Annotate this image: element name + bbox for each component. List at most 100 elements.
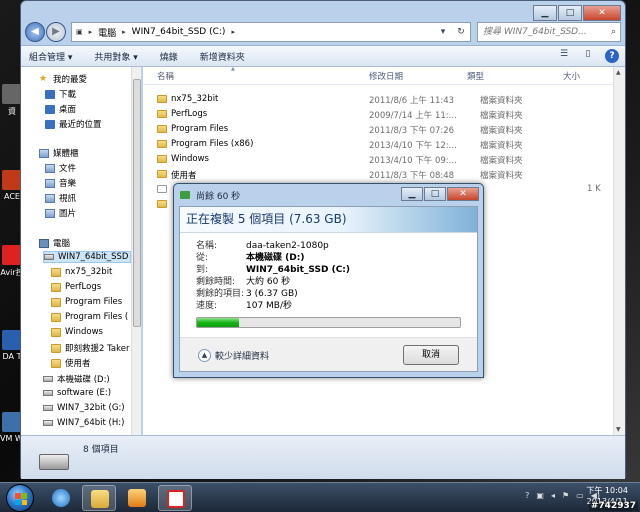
dialog-close-button[interactable]: ✕ (447, 187, 479, 201)
sidebar-item-drive-g[interactable]: WIN7_32bit (G:) (43, 403, 125, 413)
internet-explorer-icon (52, 489, 70, 507)
item-count: 8 個項目 (83, 445, 119, 455)
command-bar: 組合管理 ▾ 共用對象 ▾ 燒錄 新增資料夾 ☰ ▯ ? (21, 45, 625, 67)
monitor-tray-icon[interactable]: ▭ (576, 491, 584, 500)
sidebar-item-drive-e[interactable]: software (E:) (43, 388, 111, 398)
folder-icon (91, 490, 109, 508)
folder-icon (157, 200, 167, 208)
progress-fill (197, 318, 240, 327)
file-row[interactable]: Program Files (x86) 2013/4/10 下午 12:... 檔案… (155, 137, 613, 152)
folder-icon (157, 155, 167, 163)
minimize-button[interactable]: ▁ (533, 5, 557, 21)
back-button[interactable]: ◀ (25, 22, 45, 42)
recent-places-icon (45, 119, 55, 129)
title-bar[interactable]: ▁ □ ✕ ◀ ▶ ▣ ▸ 電腦 ▸ WIN7_64bit_SSD (C:) ▸… (21, 1, 625, 45)
sidebar-item-documents[interactable]: 文件 (45, 162, 76, 174)
forward-button[interactable]: ▶ (46, 22, 66, 42)
dialog-heading: 正在複製 5 個項目 (7.63 GB) (180, 207, 477, 233)
sidebar-item-libraries[interactable]: 媒體櫃 (39, 147, 79, 159)
start-button[interactable] (6, 484, 34, 512)
preview-pane-icon[interactable]: ▯ (581, 49, 595, 63)
drive-icon (43, 390, 53, 396)
sidebar-item-favorites[interactable]: ★ 我的最愛 (39, 73, 87, 85)
dialog-minimize-button[interactable]: ▁ (401, 187, 423, 201)
refresh-icon[interactable]: ↻ (452, 27, 470, 37)
scrollbar-thumb[interactable] (133, 79, 141, 327)
sidebar-item-recent[interactable]: 最近的位置 (45, 118, 102, 130)
fewer-details-button[interactable]: ▲ 較少詳細資料 (198, 349, 269, 362)
videos-icon (45, 193, 55, 203)
sidebar-item-downloads[interactable]: 下載 (45, 88, 76, 100)
sidebar-item-computer[interactable]: 電腦 (39, 237, 70, 249)
file-row[interactable]: 使用者 2011/8/3 下午 08:48 檔案資料夾 (155, 167, 613, 182)
sidebar-item-desktop[interactable]: 桌面 (45, 103, 76, 115)
maximize-button[interactable]: □ (558, 5, 582, 21)
column-header-row: ▲ 名稱 修改日期 類型 大小 (143, 66, 613, 85)
file-row[interactable]: PerfLogs 2009/7/14 上午 11:... 檔案資料夾 (155, 107, 613, 122)
column-type[interactable]: 類型 (467, 70, 484, 82)
sidebar-item-folder[interactable]: 使用者 (51, 357, 91, 369)
sidebar-item-folder[interactable]: Program Files ( (51, 312, 128, 322)
folder-icon (157, 125, 167, 133)
file-row[interactable]: Program Files 2011/8/3 下午 07:26 檔案資料夾 (155, 122, 613, 137)
dialog-maximize-button[interactable]: □ (424, 187, 446, 201)
burn-button[interactable]: 燒錄 (160, 50, 178, 63)
search-input[interactable]: 搜尋 WIN7_64bit_SSD... ⌕ (477, 22, 621, 42)
sidebar-item-music[interactable]: 音樂 (45, 177, 76, 189)
taskbar: ? ▣ ◂ ⚑ ▭ ◀) 下午 10:04 2013/4/11 (0, 482, 640, 512)
file-row[interactable]: nx75_32bit 2011/8/6 上午 11:43 檔案資料夾 (155, 92, 613, 107)
flag-tray-icon[interactable]: ⚑ (562, 491, 569, 500)
sidebar-item-folder[interactable]: nx75_32bit (51, 267, 112, 277)
folder-icon (51, 282, 61, 292)
dialog-title-bar[interactable]: 尚餘 60 秒 ▁ □ ✕ (174, 184, 483, 206)
sidebar-item-videos[interactable]: 視訊 (45, 192, 76, 204)
sidebar-item-folder[interactable]: 即刻救援2 Taker (51, 342, 129, 354)
breadcrumb-computer[interactable]: 電腦 (98, 26, 116, 39)
sidebar-item-pictures[interactable]: 圖片 (45, 207, 76, 219)
folder-icon (51, 327, 61, 337)
sidebar-item-drive-d[interactable]: 本機磁碟 (D:) (43, 373, 110, 385)
dialog-body: 正在複製 5 個項目 (7.63 GB) 名稱: daa-taken2-1080p… (179, 206, 478, 372)
sidebar-item-folder[interactable]: Windows (51, 327, 103, 337)
file-row[interactable]: Windows 2013/4/10 下午 09:... 檔案資料夾 (155, 152, 613, 167)
folder-icon (157, 170, 167, 178)
view-options-icon[interactable]: ☰ (557, 49, 571, 63)
address-dropdown-icon[interactable]: ▾ (434, 27, 452, 37)
column-name[interactable]: 名稱 (157, 70, 174, 82)
taskbar-avira-button[interactable] (158, 485, 192, 511)
breadcrumb-drive[interactable]: WIN7_64bit_SSD (C:) (132, 27, 226, 37)
help-icon[interactable]: ? (605, 49, 619, 63)
tray-expand-icon[interactable]: ◂ (551, 491, 555, 500)
sidebar-item-folder[interactable]: PerfLogs (51, 282, 101, 292)
taskbar-ie-button[interactable] (44, 485, 78, 511)
desktop-icon (45, 104, 55, 114)
taskbar-explorer-button[interactable] (82, 485, 116, 511)
taskbar-media-player-button[interactable] (120, 485, 154, 511)
column-size[interactable]: 大小 (563, 70, 580, 82)
computer-icon: ▣ (76, 28, 83, 36)
close-button[interactable]: ✕ (583, 5, 621, 21)
navigation-scrollbar[interactable] (131, 67, 141, 435)
avira-icon (167, 490, 185, 508)
organize-button[interactable]: 組合管理 ▾ (29, 50, 72, 63)
address-bar[interactable]: ▣ ▸ 電腦 ▸ WIN7_64bit_SSD (C:) ▸ ▾ ↻ (71, 22, 471, 42)
folder-icon (157, 110, 167, 118)
copy-icon (180, 191, 190, 199)
scroll-up-icon[interactable]: ▲ (616, 69, 621, 76)
cancel-button[interactable]: 取消 (403, 345, 459, 365)
scroll-down-icon[interactable]: ▼ (616, 426, 621, 433)
sidebar-item-folder[interactable]: Program Files (51, 297, 122, 307)
sidebar-item-drive-c[interactable]: WIN7_64bit_SSD (43, 251, 132, 263)
sidebar-item-drive-h[interactable]: WIN7_64bit (H:) (43, 418, 124, 428)
new-folder-button[interactable]: 新增資料夾 (200, 50, 245, 63)
folder-icon (51, 358, 61, 368)
downloads-icon (45, 89, 55, 99)
drive-icon (39, 454, 69, 470)
column-date[interactable]: 修改日期 (369, 70, 403, 82)
share-button[interactable]: 共用對象 ▾ (94, 50, 137, 63)
content-scrollbar[interactable]: ▲ ▼ (613, 67, 625, 435)
network-tray-icon[interactable]: ▣ (536, 491, 544, 500)
help-tray-icon[interactable]: ? (525, 491, 529, 500)
documents-icon (45, 163, 55, 173)
folder-icon (157, 140, 167, 148)
